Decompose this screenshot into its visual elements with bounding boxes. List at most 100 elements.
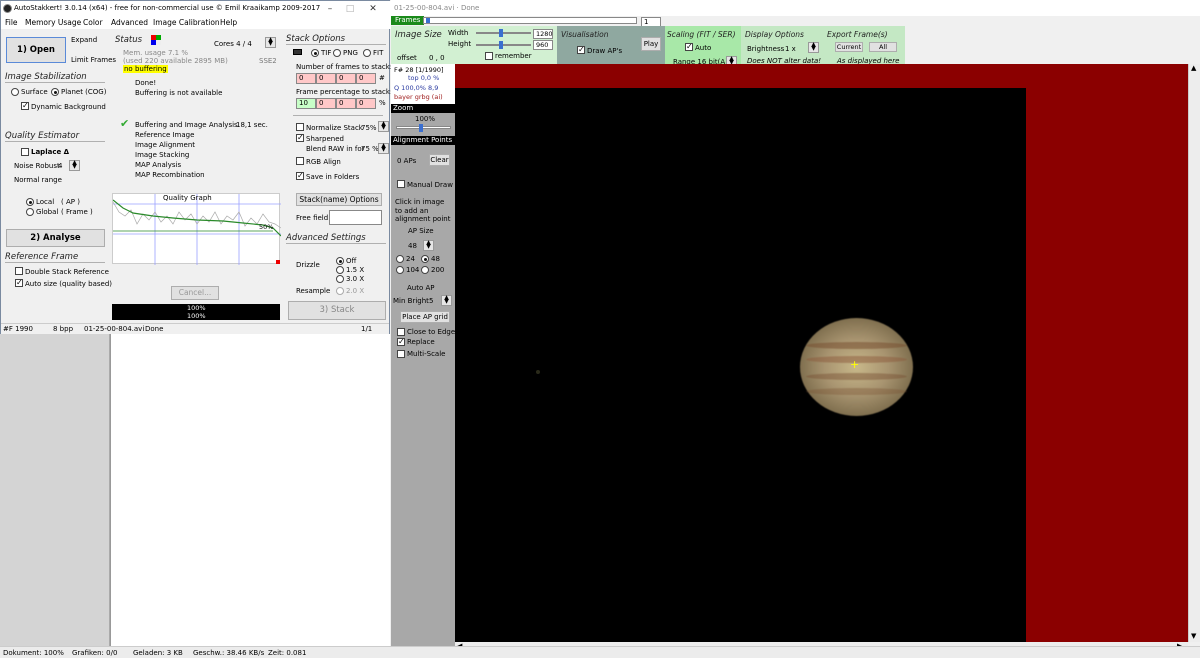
stack-options-heading: Stack Options — [286, 34, 346, 44]
tif-radio[interactable] — [311, 49, 319, 57]
resample-20-label: 2.0 X — [346, 287, 365, 295]
top-value: top 0,0 % — [408, 74, 440, 82]
drizzle-30-radio[interactable] — [336, 275, 344, 283]
free-field-input[interactable] — [329, 210, 382, 225]
pct-input-4[interactable]: 0 — [356, 98, 376, 109]
analyse-button[interactable]: 2) Analyse — [6, 229, 105, 247]
auto-size-checkbox[interactable]: ✓ — [15, 279, 23, 287]
min-bright-spinner[interactable]: ▲ ▼ — [441, 295, 452, 306]
menu-image-calibration[interactable]: Image Calibration — [153, 18, 220, 27]
state-label: Done — [145, 325, 164, 333]
zoom-slider[interactable] — [396, 124, 451, 132]
pct-input-1[interactable]: 10 — [296, 98, 316, 109]
frames-input-4[interactable]: 0 — [356, 73, 376, 84]
normalize-spinner[interactable]: ▲ ▼ — [378, 121, 389, 132]
stack-button[interactable]: 3) Stack — [288, 301, 386, 320]
brightness-spinner[interactable]: ▲ ▼ — [808, 42, 819, 53]
export-all-button[interactable]: All — [869, 42, 897, 52]
width-slider[interactable] — [476, 29, 531, 37]
blend-spinner[interactable]: ▲ ▼ — [378, 143, 389, 154]
drizzle-15-radio[interactable] — [336, 266, 344, 274]
ap-24-radio[interactable] — [396, 255, 404, 263]
tif-label: TIF — [321, 49, 332, 57]
multi-scale-checkbox[interactable] — [397, 350, 405, 358]
cores-spinner[interactable]: ▲ ▼ — [265, 37, 276, 48]
dynamic-background-checkbox[interactable]: ✓ — [21, 102, 29, 110]
expand-button[interactable]: Expand — [71, 36, 97, 44]
menu-help[interactable]: Help — [220, 18, 237, 27]
frames-input-1[interactable]: 0 — [296, 73, 316, 84]
auto-checkbox[interactable]: ✓ — [685, 43, 693, 51]
zoom-heading: Zoom — [391, 104, 455, 113]
play-button[interactable]: Play — [641, 37, 661, 51]
image-window-title: 01-25-00-804.avi · Done — [394, 4, 480, 12]
frames-input-3[interactable]: 0 — [336, 73, 356, 84]
scroll-up-icon[interactable]: ▲ — [1191, 64, 1196, 72]
normalize-label: Normalize Stack — [306, 124, 363, 132]
step-map-analysis: MAP Analysis — [135, 161, 182, 169]
height-input[interactable]: 960 — [533, 40, 553, 50]
draw-aps-checkbox[interactable]: ✓ — [577, 46, 585, 54]
ap-104-radio[interactable] — [396, 266, 404, 274]
open-button[interactable]: 1) Open — [6, 37, 66, 63]
ap-200-radio[interactable] — [421, 266, 429, 274]
local-radio[interactable] — [26, 198, 34, 206]
fit-radio[interactable] — [363, 49, 371, 57]
surface-label: Surface — [21, 88, 48, 96]
menu-color[interactable]: Color — [83, 18, 103, 27]
alignment-points-heading: Alignment Points — [391, 136, 455, 145]
offset-value: 0 , 0 — [429, 54, 445, 62]
image-frame[interactable] — [455, 88, 1026, 642]
menu-advanced[interactable]: Advanced — [111, 18, 148, 27]
normalize-checkbox[interactable] — [296, 123, 304, 131]
close-edge-checkbox[interactable] — [397, 328, 405, 336]
click-hint: Click in image to add an alignment point — [395, 198, 451, 223]
stack-options-button[interactable]: Stack(name) Options — [296, 193, 382, 206]
image-window-title-bar: 01-25-00-804.avi · Done — [391, 0, 1200, 16]
minimize-icon[interactable]: – — [323, 3, 337, 15]
background-white-area — [110, 334, 390, 646]
save-folders-checkbox[interactable]: ✓ — [296, 172, 304, 180]
visualisation-heading: Visualisation — [561, 30, 609, 39]
png-radio[interactable] — [333, 49, 341, 57]
pct-input-2[interactable]: 0 — [316, 98, 336, 109]
place-ap-grid-button[interactable]: Place AP grid — [400, 311, 450, 323]
vertical-scrollbar[interactable]: ▲ ▼ — [1188, 64, 1200, 642]
manual-draw-checkbox[interactable] — [397, 180, 405, 188]
sharpened-checkbox[interactable]: ✓ — [296, 134, 304, 142]
pct-input-3[interactable]: 0 — [336, 98, 356, 109]
surface-radio[interactable] — [11, 88, 19, 96]
maximize-icon[interactable]: □ — [343, 3, 357, 15]
title-bar: AutoStakkert! 3.0.14 (x64) - free for no… — [1, 1, 391, 17]
resample-label: Resample — [296, 287, 331, 295]
loaded-status: Geladen: 3 KB — [133, 649, 183, 657]
replace-checkbox[interactable]: ✓ — [397, 338, 405, 346]
clear-button[interactable]: Clear — [429, 154, 450, 166]
rgb-align-checkbox[interactable] — [296, 157, 304, 165]
drizzle-off-radio[interactable] — [336, 257, 344, 265]
menu-file[interactable]: File — [5, 18, 18, 27]
double-stack-checkbox[interactable] — [15, 267, 23, 275]
export-current-button[interactable]: Current — [835, 42, 863, 52]
limit-frames-button[interactable]: Limit Frames — [71, 56, 116, 64]
ap-48-radio[interactable] — [421, 255, 429, 263]
resample-20-radio[interactable] — [336, 287, 344, 295]
height-slider[interactable] — [476, 41, 531, 49]
planet-radio[interactable] — [51, 88, 59, 96]
laplace-checkbox[interactable] — [21, 148, 29, 156]
auto-label: Auto — [695, 44, 712, 52]
frames-unit: # — [379, 74, 385, 82]
noise-robust-spinner[interactable]: ▲ ▼ — [69, 160, 80, 171]
remember-checkbox[interactable] — [485, 52, 493, 60]
remember-label: remember — [495, 52, 532, 60]
ap-size-spinner[interactable]: ▲ ▼ — [423, 240, 434, 251]
close-icon[interactable]: ✕ — [366, 3, 380, 15]
frames-input-2[interactable]: 0 — [316, 73, 336, 84]
width-input[interactable]: 1280 — [533, 29, 553, 39]
scroll-down-icon[interactable]: ▼ — [1191, 632, 1196, 640]
frames-slider[interactable] — [423, 17, 637, 24]
global-radio[interactable] — [26, 208, 34, 216]
min-bright-label: Min Bright — [393, 297, 429, 305]
cancel-button[interactable]: Cancel... — [171, 286, 219, 300]
menu-memory-usage[interactable]: Memory Usage — [25, 18, 81, 27]
